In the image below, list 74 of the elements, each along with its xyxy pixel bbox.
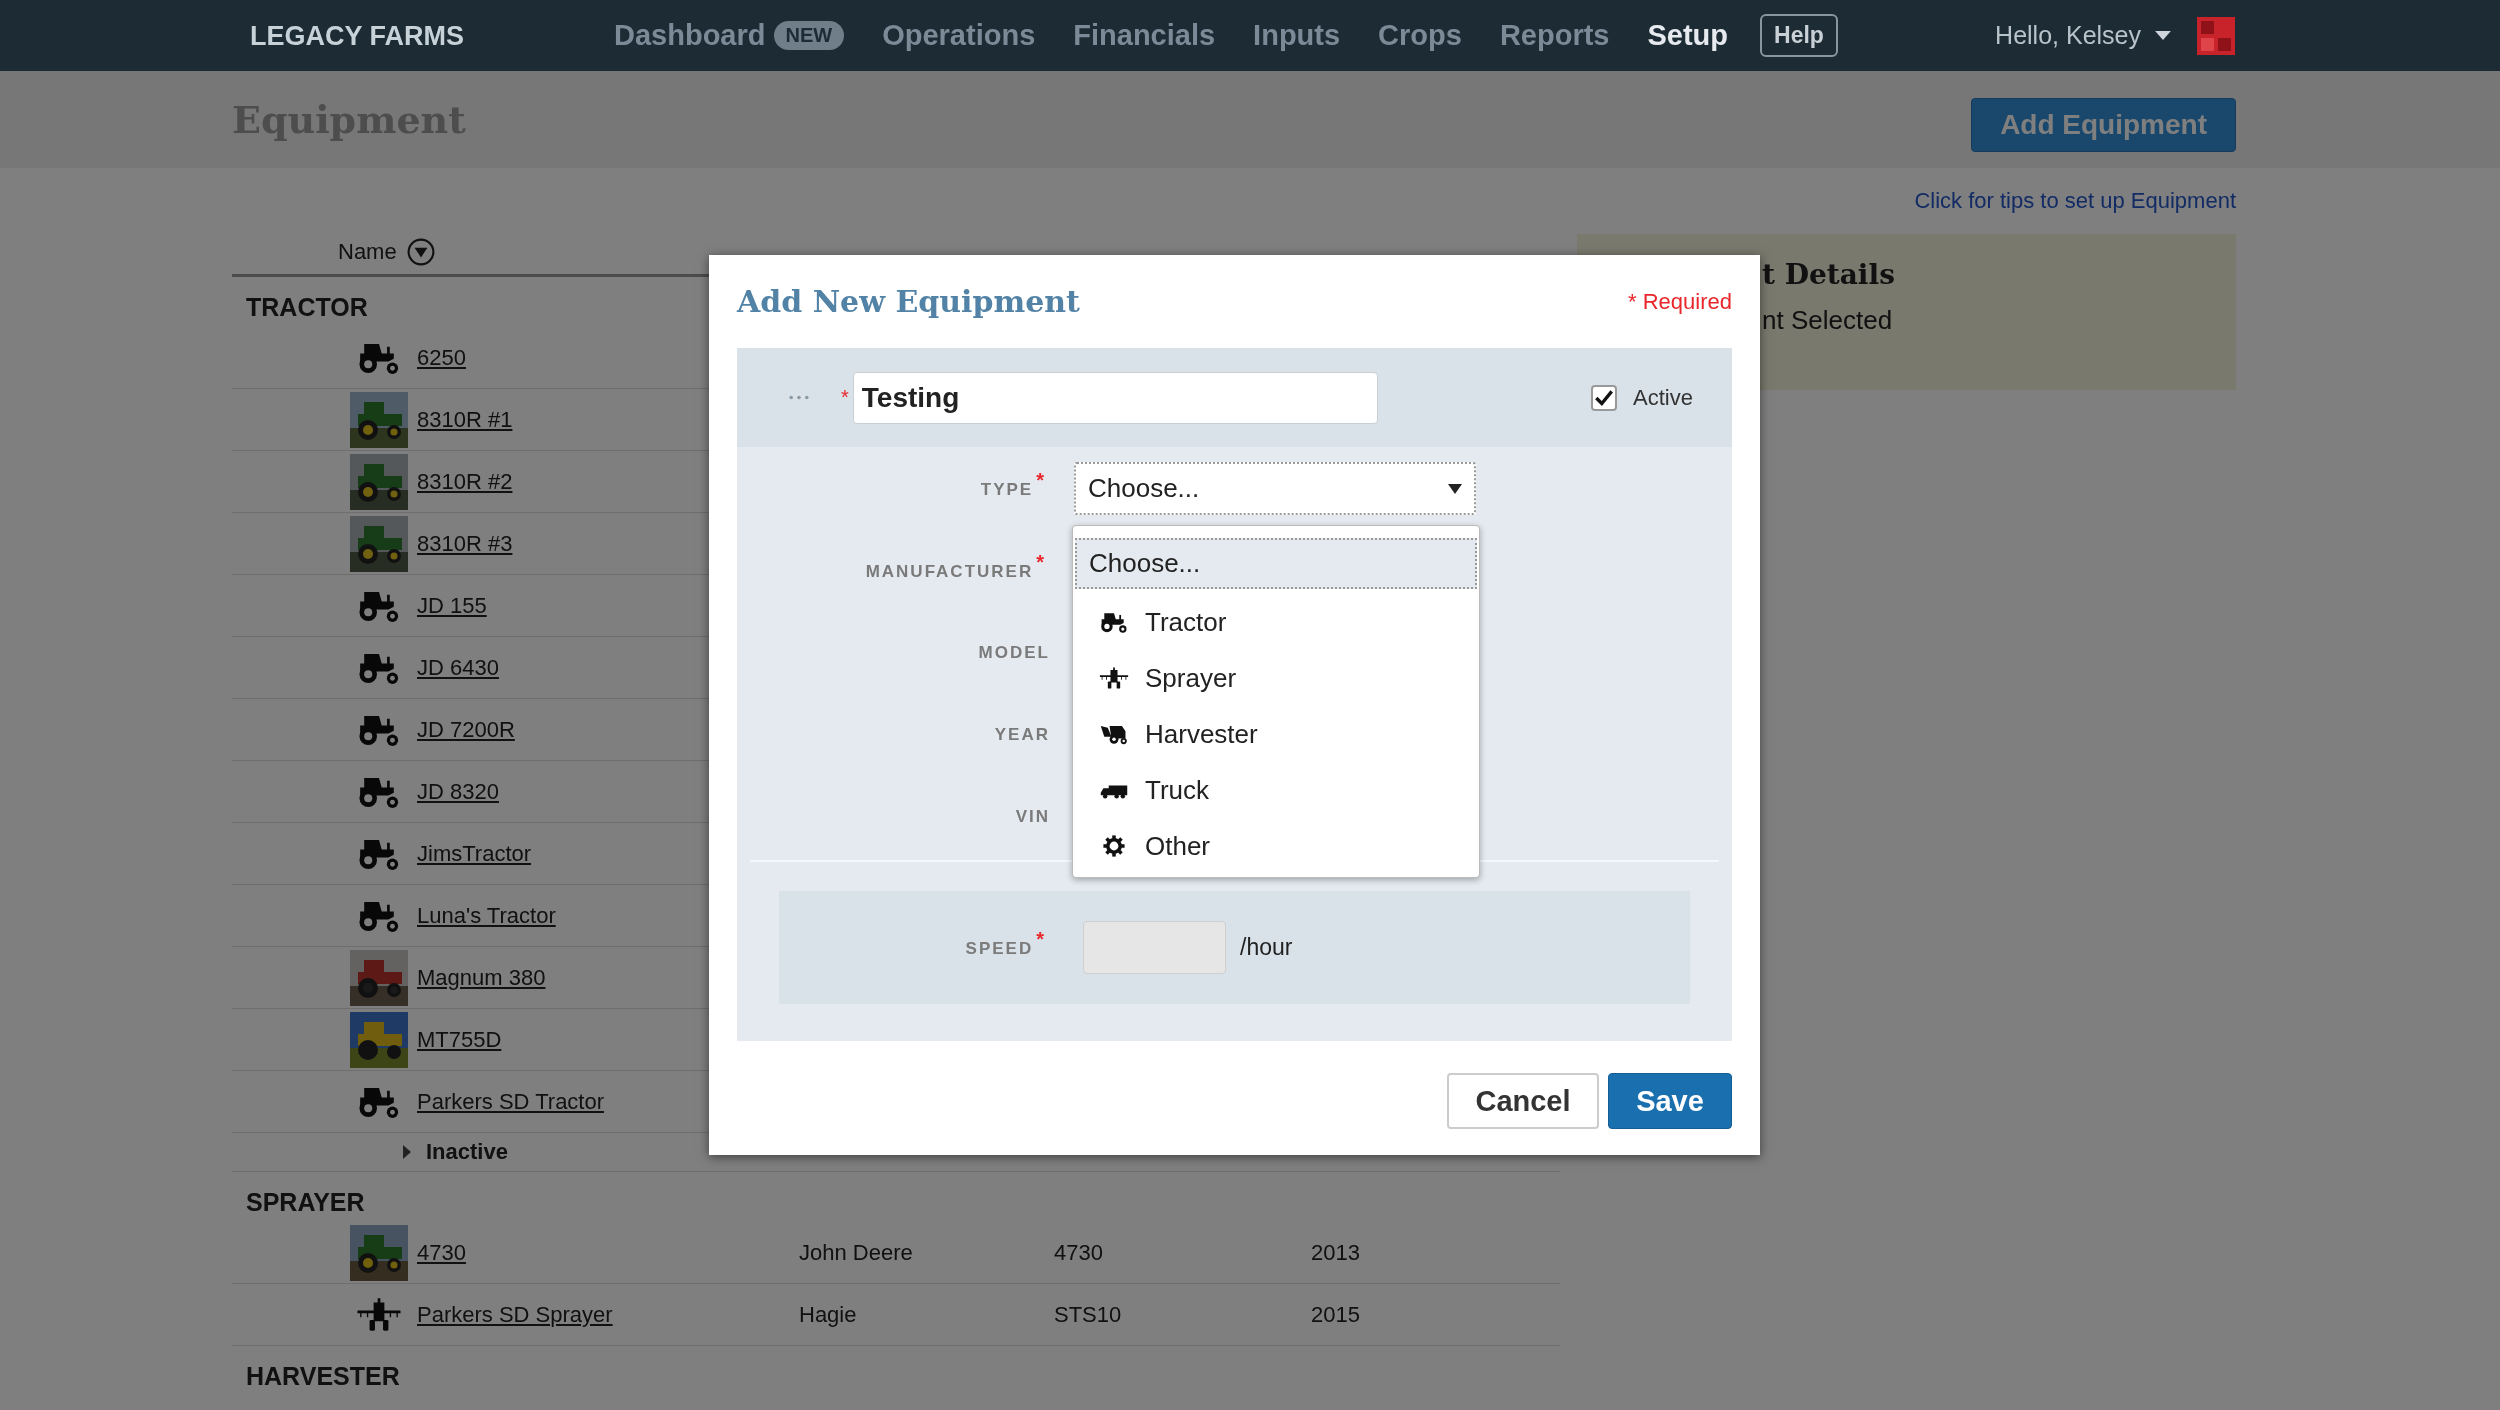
equipment-link[interactable]: 8310R #1 [417,406,513,432]
equipment-link[interactable]: Parkers SD Tractor [417,1088,605,1114]
checkbox-label: Active [1633,384,1693,411]
equipment-link[interactable]: JD 6430 [417,654,499,680]
dropdown-option[interactable]: Harvester [1075,706,1477,762]
new-badge: NEW [773,21,845,50]
required-mark: * [1036,551,1046,573]
sprayer-icon [356,1297,402,1332]
table-cell: John Deere [799,1239,913,1265]
dropdown-option[interactable]: Choose... [1075,538,1477,589]
add-equipment-button[interactable]: Add Equipment [1971,97,2236,152]
equipment-link[interactable]: Parkers SD Sprayer [417,1301,613,1327]
column-header[interactable]: Name [338,239,397,265]
caret-icon [1448,483,1462,494]
speed-field[interactable] [1083,921,1226,974]
field-label: MANUFACTURER [865,562,1034,581]
unit-label: /hour [1240,934,1293,961]
required-mark: * [1036,469,1046,491]
field-label: MODEL [978,642,1050,662]
equipment-link[interactable]: JD 8320 [417,778,499,804]
field-label: TYPE [980,480,1034,499]
nav-link[interactable]: Reports [1499,19,1610,52]
cancel-button[interactable]: Cancel [1447,1073,1599,1129]
nav-link[interactable]: Crops [1378,19,1462,52]
squares-icon[interactable] [2197,16,2235,55]
dropdown-option[interactable]: Truck [1075,762,1477,818]
equipment-link[interactable]: 8310R #3 [417,530,513,556]
brand-logo[interactable]: LEGACY FARMS [250,18,465,53]
sprayer-icon [1099,666,1129,690]
table-cell: 2015 [1311,1301,1360,1327]
group-heading: SPRAYER [246,1188,365,1216]
field-label: VIN [1015,806,1050,826]
group-heading: TRACTOR [246,293,368,321]
dropdown-option[interactable]: Tractor [1075,594,1477,650]
sort-icon[interactable] [406,238,435,266]
field-label: YEAR [994,724,1050,744]
required-mark: * [1036,928,1046,950]
equipment-link[interactable]: 8310R #2 [417,468,513,494]
panel-text: nt Selected [1762,305,1894,336]
type-select[interactable]: Choose... [1074,462,1476,515]
equipment-link[interactable]: Luna's Tractor [417,902,556,928]
dropdown-option[interactable]: Sprayer [1075,650,1477,706]
user-menu[interactable]: Hello, Kelsey [1995,21,2141,50]
equipment-link[interactable]: MT755D [417,1026,502,1052]
nav-link[interactable]: Operations [882,19,1036,52]
save-button[interactable]: Save [1608,1073,1732,1129]
equipment-link[interactable]: JD 7200R [417,716,515,742]
panel-title: t Details [1762,258,1896,291]
name-field[interactable]: Testing [852,371,1378,424]
drag-handle-icon[interactable] [789,395,809,400]
nav-link[interactable]: Financials [1073,19,1216,52]
equipment-link[interactable]: 4730 [417,1239,466,1265]
equipment-link[interactable]: JimsTractor [417,840,532,866]
field-label: SPEED [965,939,1034,958]
table-cell: Hagie [799,1301,857,1327]
tips-link[interactable]: Click for tips to set up Equipment [1577,184,2236,218]
required-mark: * [841,386,849,409]
nav-link[interactable]: Dashboard [614,19,766,52]
nav-link[interactable]: Inputs [1253,19,1341,52]
required-note: * Required [1628,288,1732,315]
equipment-link[interactable]: Magnum 380 [417,964,546,990]
dialog-title: Add New Equipment [737,284,1080,319]
tractor-icon [1099,610,1129,634]
group-heading: HARVESTER [246,1362,400,1390]
nav-link[interactable]: Setup [1647,19,1729,52]
equipment-link[interactable]: 6250 [417,344,466,370]
help-button[interactable]: Help [1760,14,1838,57]
dropdown-option[interactable]: Other [1075,818,1477,874]
table-cell: STS10 [1054,1301,1122,1327]
active-checkbox[interactable] [1591,384,1618,411]
caret-icon[interactable] [2155,31,2171,40]
table-cell: 4730 [1054,1239,1103,1265]
equipment-link[interactable]: JD 155 [417,592,487,618]
table-cell: 2013 [1311,1239,1360,1265]
